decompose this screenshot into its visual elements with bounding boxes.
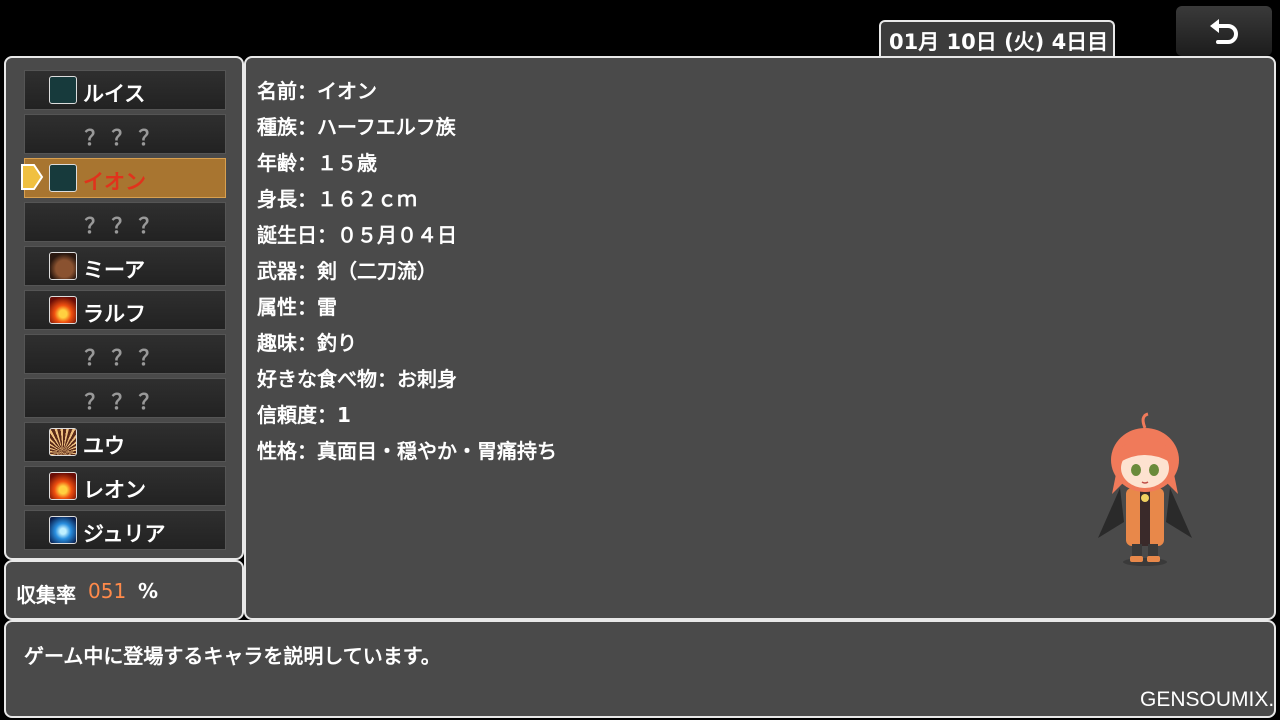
detail-trust: 信頼度：1 <box>257 403 351 427</box>
collection-rate-value: 051 <box>88 579 127 603</box>
character-name: ラルフ <box>83 302 146 326</box>
character-name: イオン <box>83 170 146 194</box>
character-list-item[interactable]: ？？？ <box>24 202 226 242</box>
detail-race: 種族：ハーフエルフ族 <box>257 115 456 139</box>
character-name: ユウ <box>83 434 125 458</box>
selection-cursor-icon <box>21 164 44 190</box>
character-name: ルイス <box>83 82 146 106</box>
character-list-item[interactable]: ユウ <box>24 422 226 462</box>
detail-name: 名前：イオン <box>257 79 377 103</box>
unknown-character-label: ？？？ <box>84 214 166 238</box>
message-panel: ゲーム中に登場するキャラを説明しています。 <box>4 620 1276 718</box>
fire-portrait-icon <box>49 472 77 500</box>
character-list-item[interactable]: ルイス <box>24 70 226 110</box>
character-list-item[interactable]: レオン <box>24 466 226 506</box>
character-list-item[interactable]: ？？？ <box>24 378 226 418</box>
collection-rate-unit: % <box>138 579 159 603</box>
beast-portrait-icon <box>49 252 77 280</box>
unknown-character-label: ？？？ <box>84 126 166 150</box>
detail-element: 属性：雷 <box>257 295 337 319</box>
gensoumix-logo: GENSOUMIX. <box>1140 688 1275 711</box>
fire-portrait-icon <box>49 296 77 324</box>
detail-height: 身長：１６２ｃｍ <box>257 187 417 211</box>
water-portrait-icon <box>49 516 77 544</box>
unknown-character-label: ？？？ <box>84 346 166 370</box>
character-portrait-icon <box>49 76 77 104</box>
detail-favorite-food: 好きな食べ物：お刺身 <box>257 367 457 391</box>
back-arrow-icon <box>1210 19 1238 44</box>
character-sprite <box>1098 412 1192 566</box>
collection-rate-panel: 収集率 051 % <box>4 560 244 620</box>
detail-hobby: 趣味：釣り <box>257 331 357 355</box>
character-list-item[interactable]: ミーア <box>24 246 226 286</box>
detail-birthday: 誕生日：０５月０４日 <box>257 223 457 247</box>
character-list-item[interactable]: ？？？ <box>24 334 226 374</box>
character-list-item[interactable]: ？？？ <box>24 114 226 154</box>
character-list-item[interactable]: ジュリア <box>24 510 226 550</box>
character-name: ミーア <box>83 258 146 282</box>
collection-rate-label: 収集率 <box>16 583 76 607</box>
character-list-panel: ルイス ？？？ イオン ？？？ ミーア ラルフ ？？？ ？？？ ユウ レオン ジ… <box>4 56 244 610</box>
character-list-item[interactable]: ラルフ <box>24 290 226 330</box>
detail-personality: 性格：真面目・穏やか・胃痛持ち <box>257 439 557 463</box>
detail-age: 年齢：１５歳 <box>257 151 377 175</box>
detail-weapon: 武器：剣（二刀流） <box>257 259 437 283</box>
character-name: ジュリア <box>83 522 166 546</box>
message-text: ゲーム中に登場するキャラを説明しています。 <box>24 644 441 668</box>
unknown-character-label: ？？？ <box>84 390 166 414</box>
character-name: レオン <box>83 478 146 502</box>
back-button[interactable] <box>1176 6 1272 56</box>
sunburst-portrait-icon <box>49 428 77 456</box>
character-portrait-icon <box>49 164 77 192</box>
character-list-item-selected[interactable]: イオン <box>24 158 226 198</box>
